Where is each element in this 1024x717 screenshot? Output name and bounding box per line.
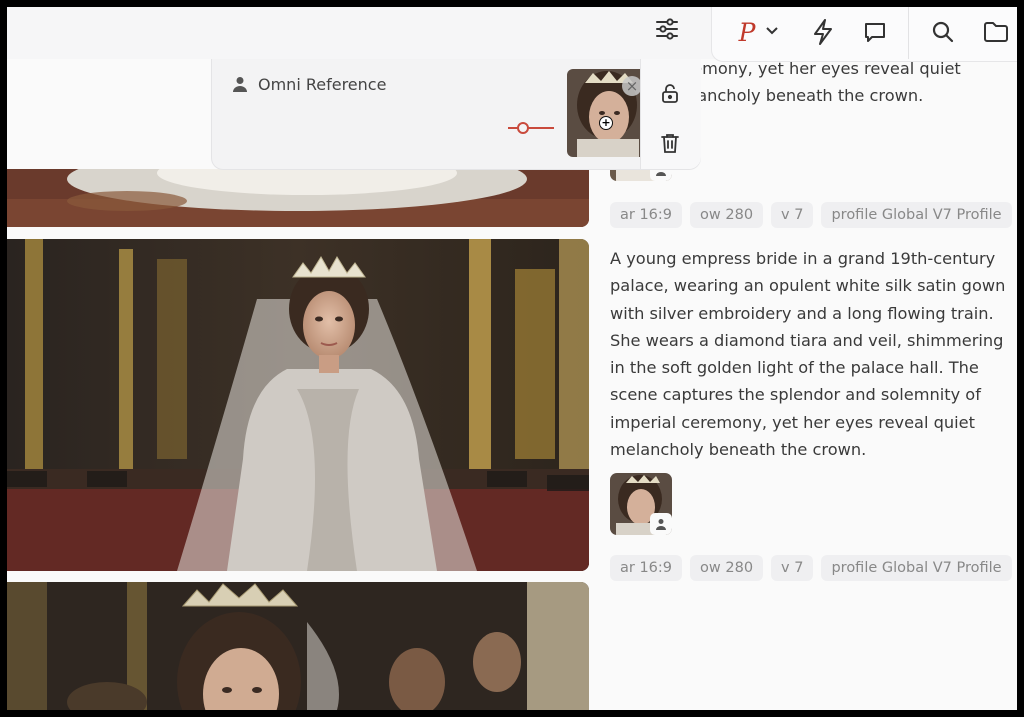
toolbar-right-panel: P (711, 7, 1017, 62)
param-chip-ow[interactable]: ow 280 (690, 555, 764, 581)
person-icon (232, 76, 248, 96)
param-chip-profile[interactable]: profile Global V7 Profile (821, 555, 1012, 581)
generated-image-3[interactable] (7, 582, 589, 710)
param-chip-aspect[interactable]: ar 16:9 (610, 202, 683, 228)
prompt-text-top: ceremony, yet her eyes reveal quiet mela… (667, 59, 961, 106)
chat-icon[interactable] (860, 17, 890, 47)
omni-side-actions (640, 59, 701, 169)
omni-weight-handle[interactable] (517, 122, 529, 134)
generated-image-1[interactable] (7, 169, 589, 227)
toolbar-divider (908, 7, 909, 59)
generated-image-2[interactable] (7, 239, 589, 571)
sliders-icon[interactable] (651, 13, 683, 45)
unlock-icon[interactable] (658, 81, 682, 105)
person-badge-icon (650, 513, 672, 535)
profile-letter: P (738, 17, 756, 47)
omni-weight-slider[interactable] (508, 127, 554, 129)
folder-icon[interactable] (980, 17, 1012, 47)
remove-reference-button[interactable]: × (622, 76, 642, 96)
top-toolbar: P (7, 7, 1017, 62)
prompt-text-main: A young empress bride in a grand 19th-ce… (610, 249, 1006, 460)
params-row-main: ar 16:9 ow 280 v 7 profile Global V7 Pro… (610, 555, 1012, 581)
search-icon[interactable] (928, 17, 958, 47)
params-row-top: ar 16:9 ow 280 v 7 profile Global V7 Pro… (610, 202, 1012, 228)
param-chip-version[interactable]: v 7 (771, 555, 814, 581)
trash-icon[interactable] (658, 131, 682, 155)
zoom-in-icon[interactable]: + (599, 116, 613, 130)
omni-reference-title: Omni Reference (258, 75, 387, 94)
param-chip-ow[interactable]: ow 280 (690, 202, 764, 228)
personalize-p-icon[interactable]: P (734, 17, 760, 47)
param-chip-profile[interactable]: profile Global V7 Profile (821, 202, 1012, 228)
omni-reference-panel: Omni Reference × + (211, 59, 701, 170)
reference-thumbnail-main[interactable] (610, 473, 672, 535)
lightning-icon[interactable] (808, 17, 838, 47)
param-chip-version[interactable]: v 7 (771, 202, 814, 228)
param-chip-aspect[interactable]: ar 16:9 (610, 555, 683, 581)
app-window: P ceremony, yet her eyes reveal quiet me… (7, 7, 1017, 710)
chevron-down-icon[interactable] (764, 23, 780, 39)
